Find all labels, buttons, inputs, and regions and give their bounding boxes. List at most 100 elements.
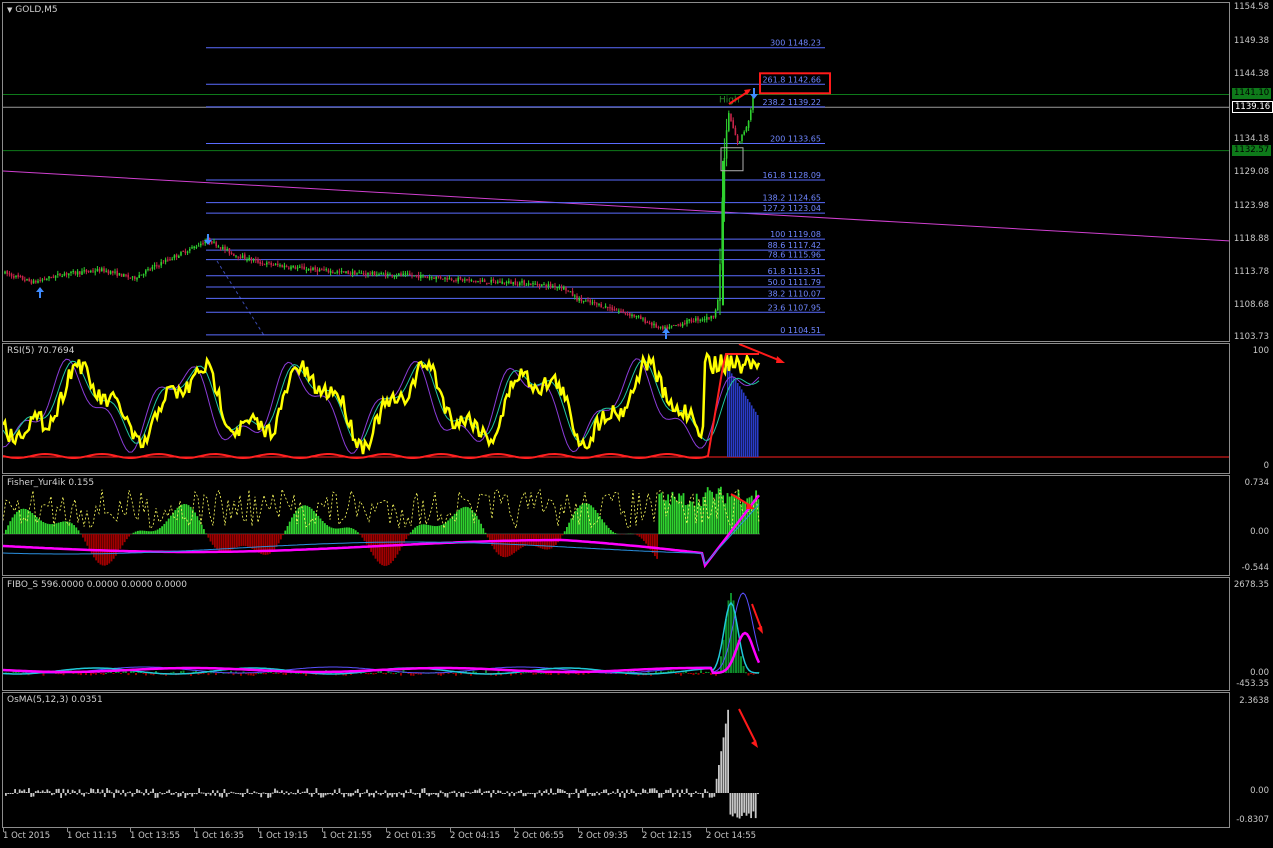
candle-body [393, 275, 396, 278]
candle-body [101, 268, 103, 272]
osma-histogram-bar [488, 790, 490, 793]
osma-histogram-bar [396, 793, 398, 797]
candle-body [118, 273, 121, 276]
candle-body [640, 316, 642, 320]
osma-pane[interactable]: OsMA(5,12,3) 0.0351 [2, 692, 1230, 828]
osma-histogram-bar [361, 793, 364, 794]
candle-body [387, 273, 389, 276]
candle-body [486, 282, 488, 284]
osma-histogram-bar [745, 793, 748, 816]
candle-body [162, 262, 165, 264]
osma-histogram-bar [103, 793, 106, 798]
candle-body [164, 259, 167, 263]
candle-body [230, 253, 233, 255]
fibo-s-histogram-bar [365, 673, 367, 674]
fisher-histogram-bar [242, 534, 245, 546]
main-chart-pane[interactable]: 300 1148.23 261.8 1142.66 238.2 1139.22 200… [2, 2, 1230, 342]
osma-histogram-bar [515, 792, 518, 794]
osma-histogram-bar [563, 791, 566, 793]
fisher-pane[interactable]: Fisher_Yur4ik 0.155 [2, 475, 1230, 576]
osma-histogram-bar [251, 793, 253, 795]
osma-histogram-bar [294, 793, 297, 795]
fibo-s-histogram-bar [525, 672, 527, 674]
osma-histogram-bar [290, 792, 292, 794]
osma-histogram-bar [373, 793, 375, 798]
osma-histogram-bar [738, 793, 741, 819]
fisher-histogram-bar [137, 530, 139, 534]
rsi-tick: 100 [1252, 346, 1269, 356]
fisher-histogram-bar [486, 534, 489, 538]
price-axis[interactable]: 1154.58 1149.38 1144.38 1134.18 1129.08 … [1231, 0, 1273, 848]
candle-body [409, 273, 411, 276]
fibo-s-histogram-bar [535, 673, 537, 675]
fibo-s-pane[interactable]: FIBO_S 596.0000 0.0000 0.0000 0.0000 [2, 577, 1230, 691]
candle-body [637, 316, 640, 318]
bid-price-tag: 1139.16 [1232, 101, 1273, 113]
osma-histogram-bar [267, 793, 269, 798]
fisher-histogram-bar [216, 534, 218, 550]
fisher-histogram-bar [255, 534, 258, 552]
chevron-down-icon[interactable]: ▼ [7, 6, 12, 14]
fisher-histogram-bar [40, 520, 42, 534]
osma-histogram-bar [145, 789, 148, 793]
fisher-histogram-bar [64, 521, 67, 534]
fisher-histogram-bar [717, 488, 720, 534]
osma-histogram-bar [129, 791, 131, 793]
fibo-s-histogram-bar [125, 671, 127, 673]
fibo-s-histogram-bar [497, 671, 500, 673]
fibo-s-histogram-bar [282, 673, 285, 675]
osma-histogram-bar [485, 790, 488, 793]
candle-body [373, 271, 376, 276]
candle-body [380, 272, 382, 275]
candle-body [186, 251, 189, 253]
candle-body [428, 277, 431, 279]
osma-histogram-bar [718, 765, 720, 793]
osma-histogram-bar [501, 793, 504, 794]
fib-level-label: 88.6 1117.42 [768, 241, 821, 250]
fib-level-label: 138.2 1124.65 [762, 194, 821, 203]
osma-histogram-bar [225, 793, 228, 797]
osma-histogram-bar [580, 790, 582, 793]
candle-body [261, 263, 264, 265]
candle-body [450, 278, 453, 281]
candle-body [83, 270, 85, 272]
osma-histogram-bar [184, 793, 187, 798]
osma-histogram-bar [621, 791, 624, 793]
fisher-histogram-bar [350, 527, 353, 534]
candle-body [299, 266, 301, 268]
osma-histogram-bar [646, 792, 649, 794]
fisher-histogram-bar [205, 533, 207, 534]
fisher-histogram-bar [381, 534, 383, 566]
time-label: 2 Oct 04:15 [450, 831, 501, 841]
candle-body [76, 271, 79, 275]
fisher-histogram-bar [335, 528, 337, 534]
osma-histogram-bar [660, 793, 663, 798]
candle-body [338, 271, 341, 273]
fisher-histogram-bar [544, 534, 546, 550]
fisher-histogram-bar [49, 524, 51, 534]
candle-body [153, 265, 156, 267]
time-label: 1 Oct 21:55 [322, 831, 373, 841]
osma-histogram-bar [264, 793, 267, 794]
fisher-histogram-bar [306, 505, 309, 534]
time-axis[interactable]: 1 Oct 2015 1 Oct 11:15 1 Oct 13:55 1 Oct… [0, 828, 1231, 848]
fibo-s-histogram-bar [102, 673, 105, 675]
candle-body [644, 318, 646, 323]
fisher-histogram-bar [121, 534, 124, 546]
fibo-s-histogram-bar [127, 673, 130, 676]
candle-body [750, 110, 752, 120]
fisher-histogram-bar [484, 532, 487, 534]
osma-histogram-bar [665, 789, 667, 793]
osma-histogram-bar [600, 792, 603, 794]
fisher-histogram-bar [636, 534, 639, 536]
fisher-histogram-bar [436, 526, 438, 534]
candle-body [127, 274, 129, 278]
candle-body [189, 248, 191, 251]
fisher-histogram-bar [141, 530, 144, 534]
fisher-histogram-bar [682, 493, 685, 534]
candle-body [292, 265, 294, 268]
fisher-histogram-bar [134, 531, 137, 534]
rsi-pane[interactable]: RSI(5) 70.7694 [2, 343, 1230, 474]
osma-histogram-bar [34, 791, 37, 793]
candle-body [182, 250, 184, 252]
